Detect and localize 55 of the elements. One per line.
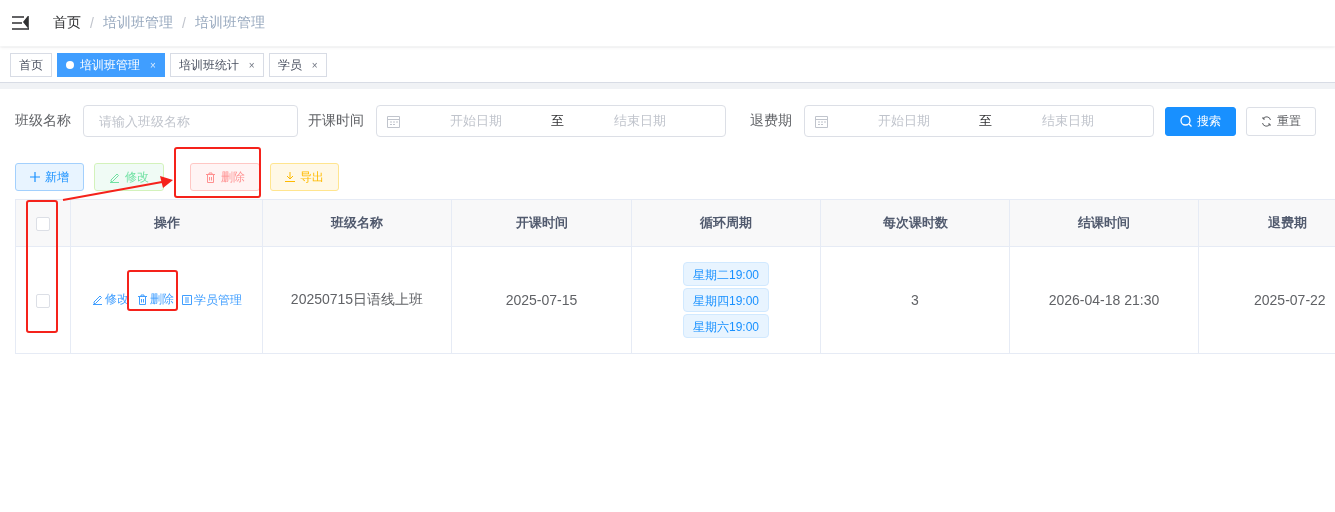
page-tab[interactable]: 首页 — [10, 53, 52, 77]
close-icon[interactable]: × — [311, 59, 318, 71]
table-cell: 2025-07-22 — [1254, 292, 1326, 308]
plus-icon — [30, 172, 40, 182]
checkbox[interactable] — [36, 294, 50, 309]
calendar-icon — [387, 114, 400, 128]
breadcrumb-item[interactable]: 培训班管理 — [102, 14, 173, 32]
students-link[interactable]: 学员管理 — [177, 291, 246, 309]
column-header: 循环周期 — [631, 199, 821, 247]
search-icon — [1180, 115, 1192, 127]
menu-icon[interactable] — [12, 16, 29, 30]
export-button[interactable]: 导出 — [270, 163, 339, 191]
column-header: 退费期 — [1198, 199, 1335, 247]
filter-label: 开课时间 — [308, 112, 364, 130]
table-cell: 2025-07-15 — [505, 292, 578, 308]
schedule-tag: 星期六19:00 — [683, 314, 769, 338]
column-header: 操作 — [70, 199, 263, 247]
breadcrumb-separator: / — [90, 15, 94, 31]
search-button[interactable]: 搜索 — [1165, 106, 1236, 136]
active-dot — [66, 61, 74, 69]
filter-label: 退费期 — [750, 112, 792, 130]
download-icon — [285, 172, 295, 182]
table-cell: 3 — [911, 292, 919, 308]
document-icon — [181, 295, 192, 306]
date-range-field[interactable]: 开始日期 至 结束日期 — [376, 105, 726, 137]
page-tab[interactable]: 培训班统计 × — [169, 53, 264, 77]
pencil-icon — [91, 294, 103, 306]
filter-label: 班级名称 — [15, 112, 71, 130]
trash-icon — [136, 294, 148, 306]
table-cell: 2026-04-18 21:30 — [1048, 292, 1160, 308]
pencil-icon — [109, 171, 120, 183]
column-header: 结课时间 — [1009, 199, 1199, 247]
schedule-tag: 星期四19:00 — [683, 288, 769, 312]
table-cell: 20250715日语线上班 — [290, 291, 424, 307]
column-header: 开课时间 — [451, 199, 632, 247]
date-range-field[interactable]: 开始日期 至 结束日期 — [804, 105, 1154, 137]
page-tab[interactable]: 学员 × — [268, 53, 327, 77]
annotation-box — [127, 270, 178, 311]
refresh-icon — [1261, 115, 1272, 127]
close-icon[interactable]: × — [150, 59, 156, 71]
breadcrumb-item[interactable]: 首页 — [53, 14, 81, 32]
page-tab[interactable]: 培训班管理 × — [57, 53, 165, 77]
checkbox[interactable] — [36, 216, 50, 231]
add-button[interactable]: 新增 — [15, 163, 84, 191]
delete-link[interactable]: 删除 — [132, 291, 178, 309]
schedule-tag: 星期二19:00 — [683, 262, 769, 286]
trash-icon — [205, 171, 216, 183]
close-icon[interactable]: × — [248, 59, 255, 71]
breadcrumb-separator: / — [181, 15, 186, 31]
column-header: 班级名称 — [262, 199, 452, 247]
calendar-icon — [815, 114, 828, 128]
column-header: 每次课时数 — [820, 199, 1010, 247]
reset-button[interactable]: 重置 — [1246, 106, 1316, 136]
breadcrumb-item: 培训班管理 — [194, 14, 265, 32]
input-field[interactable]: 请输入班级名称 — [83, 105, 298, 137]
